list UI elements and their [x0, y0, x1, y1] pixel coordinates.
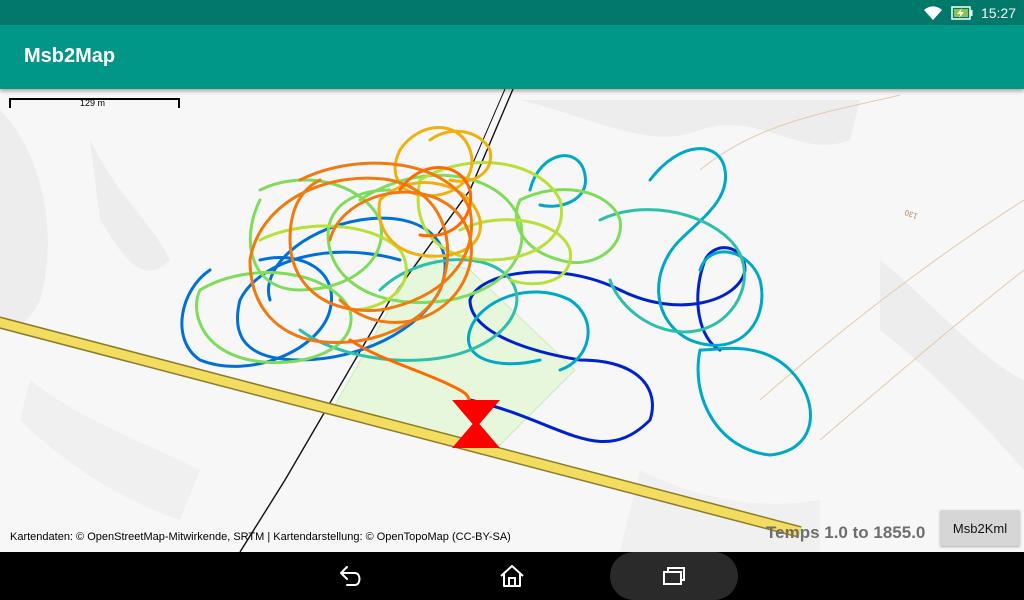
railway-line-2 [469, 89, 506, 171]
home-icon [500, 565, 524, 587]
home-button[interactable] [482, 552, 542, 600]
back-button[interactable] [320, 552, 380, 600]
scale-label: 129 m [80, 98, 106, 108]
contour-label: 130 [903, 208, 919, 221]
back-icon [340, 566, 361, 586]
track-segment-teal-2 [648, 147, 764, 347]
app-bar: Msb2Map [0, 25, 1024, 89]
flight-track [180, 126, 812, 457]
status-icons: 15:27 [923, 0, 1016, 25]
map-canvas[interactable]: 130 [0, 89, 1024, 552]
status-time: 15:27 [980, 4, 1016, 21]
recents-button[interactable] [644, 552, 704, 600]
track-segment-teal-3 [696, 346, 812, 457]
wifi-icon [923, 5, 942, 20]
time-range-label: Temps 1.0 to 1855.0 [766, 523, 926, 542]
status-bar: 15:27 [0, 0, 1024, 25]
battery-charging-icon [951, 5, 973, 20]
app-title: Msb2Map [24, 45, 116, 67]
map-view[interactable]: 130 [0, 89, 1024, 552]
recents-icon [663, 567, 685, 585]
map-attribution: Kartendaten: © OpenStreetMap-Mitwirkende… [10, 531, 511, 543]
msb2kml-button[interactable]: Msb2Kml [940, 510, 1020, 546]
